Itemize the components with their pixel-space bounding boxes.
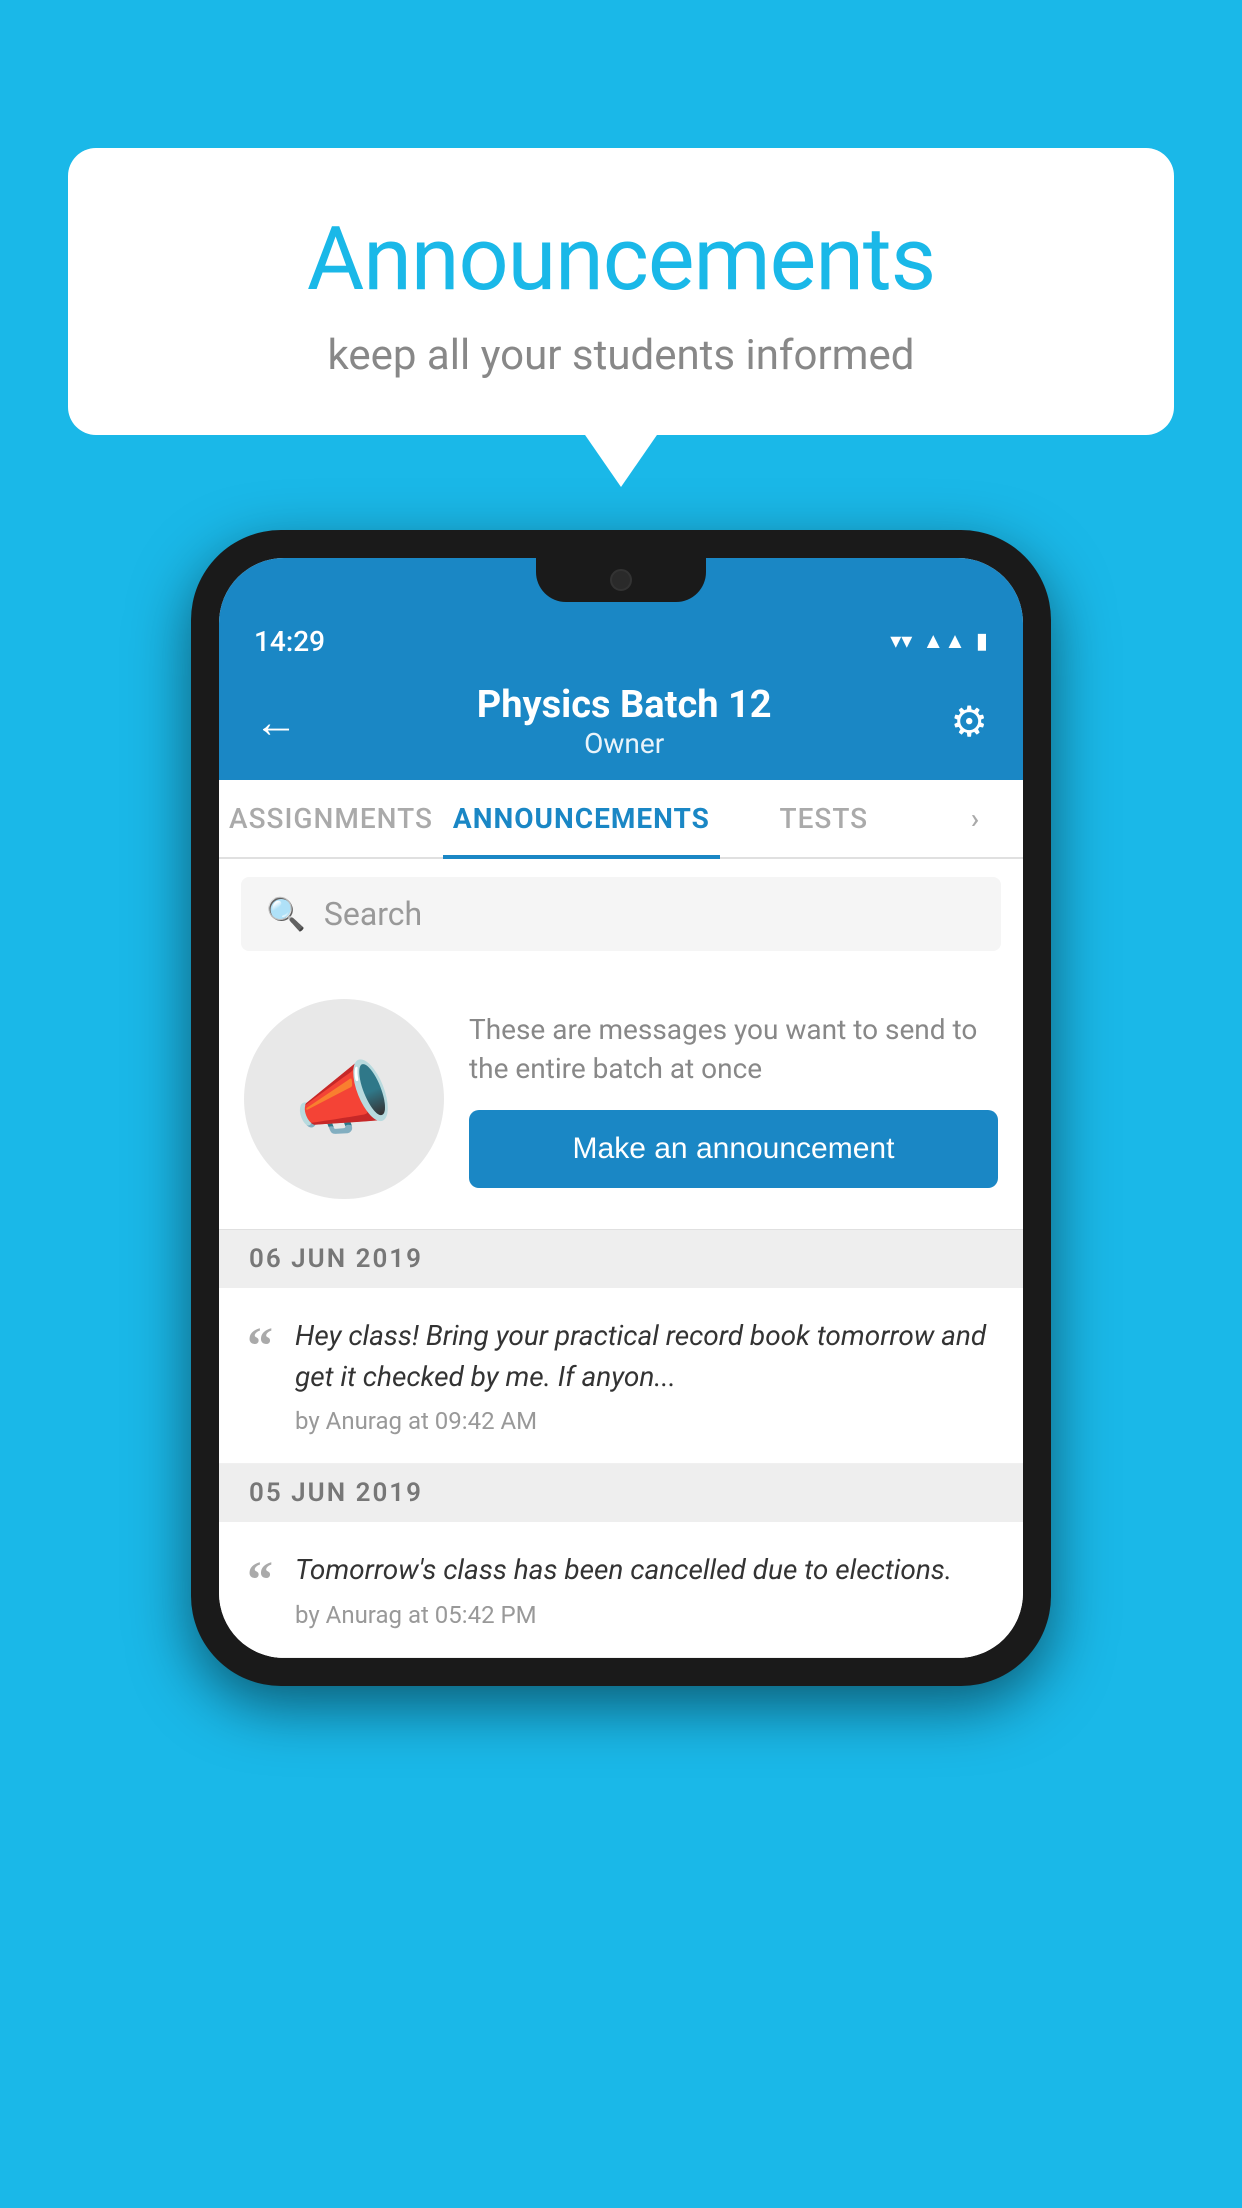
app-header: ← Physics Batch 12 Owner ⚙ — [219, 668, 1023, 780]
make-announcement-button[interactable]: Make an announcement — [469, 1110, 998, 1188]
back-button[interactable]: ← — [254, 696, 298, 748]
announcement-meta-1: by Anurag at 09:42 AM — [295, 1407, 995, 1435]
announcement-right: These are messages you want to send to t… — [469, 1010, 998, 1188]
header-center: Physics Batch 12 Owner — [477, 683, 772, 760]
announcement-meta-2: by Anurag at 05:42 PM — [295, 1601, 995, 1629]
camera — [610, 569, 632, 591]
announcement-item-1: “ Hey class! Bring your practical record… — [219, 1288, 1023, 1464]
tabs: ASSIGNMENTS ANNOUNCEMENTS TESTS › — [219, 780, 1023, 859]
phone-screen: 14:29 ▾▾ ▲▲ ▮ ← Physics Batch 12 Owner ⚙ — [219, 558, 1023, 1658]
header-subtitle: Owner — [477, 727, 772, 760]
tab-tests[interactable]: TESTS — [720, 780, 928, 857]
settings-icon[interactable]: ⚙ — [950, 697, 988, 747]
announcement-item-2: “ Tomorrow's class has been cancelled du… — [219, 1522, 1023, 1658]
quote-icon-1: “ — [247, 1321, 273, 1373]
search-section: 🔍 Search — [219, 859, 1023, 969]
announcement-description: These are messages you want to send to t… — [469, 1010, 998, 1088]
announcement-message-2: Tomorrow's class has been cancelled due … — [295, 1550, 995, 1591]
phone-body: 14:29 ▾▾ ▲▲ ▮ ← Physics Batch 12 Owner ⚙ — [191, 530, 1051, 1686]
announcement-message-1: Hey class! Bring your practical record b… — [295, 1316, 995, 1397]
search-bar[interactable]: 🔍 Search — [241, 877, 1001, 951]
search-icon: 🔍 — [266, 895, 306, 933]
status-time: 14:29 — [254, 625, 325, 658]
battery-icon: ▮ — [976, 629, 988, 654]
announcement-prompt: 📣 These are messages you want to send to… — [219, 969, 1023, 1230]
bubble-title: Announcements — [128, 208, 1114, 311]
bubble-subtitle: keep all your students informed — [128, 331, 1114, 380]
quote-icon-2: “ — [247, 1555, 273, 1607]
wifi-icon: ▾▾ — [890, 629, 912, 654]
speech-bubble: Announcements keep all your students inf… — [68, 148, 1174, 435]
announcement-text-1: Hey class! Bring your practical record b… — [295, 1316, 995, 1435]
notch — [536, 558, 706, 602]
tab-assignments[interactable]: ASSIGNMENTS — [219, 780, 443, 857]
announcement-text-2: Tomorrow's class has been cancelled due … — [295, 1550, 995, 1629]
signal-icon: ▲▲ — [922, 628, 966, 654]
megaphone-icon: 📣 — [294, 1052, 394, 1146]
status-bar: 14:29 ▾▾ ▲▲ ▮ — [219, 608, 1023, 668]
search-placeholder: Search — [324, 895, 422, 933]
date-separator-1: 06 JUN 2019 — [219, 1230, 1023, 1288]
tab-more[interactable]: › — [928, 780, 1023, 857]
date-separator-2: 05 JUN 2019 — [219, 1464, 1023, 1522]
phone-mockup: 14:29 ▾▾ ▲▲ ▮ ← Physics Batch 12 Owner ⚙ — [191, 530, 1051, 1686]
speech-bubble-section: Announcements keep all your students inf… — [68, 148, 1174, 435]
megaphone-circle: 📣 — [244, 999, 444, 1199]
tab-announcements[interactable]: ANNOUNCEMENTS — [443, 780, 720, 857]
status-icons: ▾▾ ▲▲ ▮ — [890, 628, 988, 654]
header-title: Physics Batch 12 — [477, 683, 772, 727]
